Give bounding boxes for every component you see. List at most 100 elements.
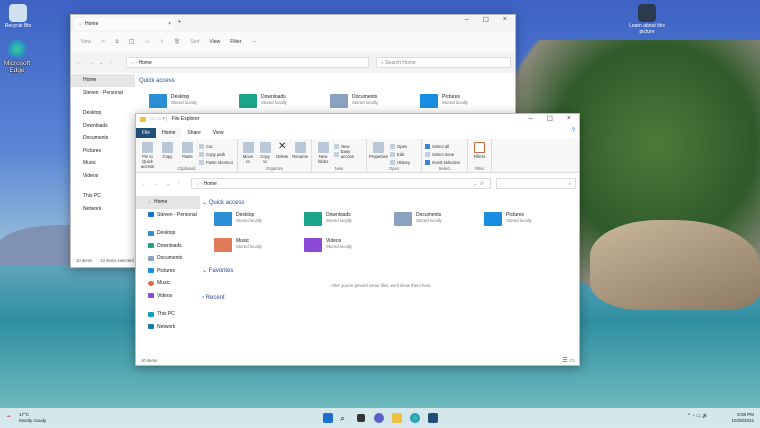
nav-downloads[interactable]: Downloads — [71, 120, 135, 133]
tile-desktop[interactable]: Desktop Stored locally — [214, 212, 262, 226]
forward-icon[interactable]: → — [154, 181, 159, 187]
recent-icon[interactable]: ⌄ — [166, 181, 170, 187]
tab-view[interactable]: View — [207, 128, 230, 138]
file-explorer-taskbar-icon[interactable] — [392, 413, 402, 423]
nav-music[interactable]: Music — [71, 157, 135, 170]
tile-documents[interactable]: Documents Stored locally — [330, 94, 378, 108]
nav-downloads[interactable]: Downloads — [136, 240, 200, 253]
nav-label: Home — [154, 199, 168, 206]
maximize-button[interactable]: ☐ — [483, 16, 489, 24]
nav-documents[interactable]: Documents — [136, 252, 200, 265]
select-none-button[interactable]: Select none — [425, 150, 460, 158]
paste-shortcut-button[interactable]: Paste shortcut — [199, 158, 233, 166]
nav-home[interactable]: Home — [71, 74, 135, 87]
search-input[interactable]: ⌕ — [496, 178, 576, 189]
invert-selection-button[interactable]: Invert selection — [425, 158, 460, 166]
tab-share[interactable]: Share — [181, 128, 206, 138]
address-bar[interactable]: ⌂ › Home ⌄ ⟳ — [191, 178, 491, 189]
system-tray-icons[interactable]: ^ ◔ ▭ 🔊 — [688, 413, 708, 419]
nav-this-pc[interactable]: This PC — [136, 308, 200, 321]
nav-pictures[interactable]: Pictures — [136, 265, 200, 278]
minimize-button[interactable]: – — [529, 115, 533, 123]
learn-picture-icon[interactable]: Learn about this picture — [627, 4, 667, 35]
nav-onedrive[interactable]: Steven - Personal — [71, 87, 135, 100]
chat-icon[interactable] — [374, 413, 384, 423]
tile-videos[interactable]: Videos Stored locally — [304, 238, 352, 252]
tile-downloads[interactable]: Downloads Stored locally — [304, 212, 352, 226]
nav-videos[interactable]: Videos — [136, 290, 200, 303]
new-tab-icon[interactable]: + — [178, 19, 181, 25]
sort-button[interactable]: Sort — [190, 39, 199, 45]
help-icon[interactable]: ? — [572, 128, 575, 134]
quick-access-header[interactable]: ⌄ Quick access — [202, 199, 244, 206]
edge-desktop-icon[interactable]: Microsoft Edge — [2, 40, 32, 75]
weather-desc[interactable]: Mostly cloudy — [19, 418, 46, 424]
refresh-icon[interactable]: ⌄ ⟳ — [473, 181, 484, 187]
tab-file[interactable]: File — [136, 128, 157, 138]
nav-desktop[interactable]: Desktop — [71, 107, 135, 120]
tile-desktop[interactable]: Desktop Stored locally — [149, 94, 197, 108]
up-icon[interactable]: ↑ — [109, 60, 112, 66]
close-tab-icon[interactable]: × — [168, 21, 171, 27]
tab-title: Home — [85, 21, 99, 27]
nav-music[interactable]: Music — [136, 277, 200, 290]
tab-home[interactable]: Home — [156, 128, 182, 138]
tile-pictures[interactable]: Pictures Stored locally — [484, 212, 532, 226]
tile-music[interactable]: Music Stored locally — [214, 238, 262, 252]
search-icon[interactable]: ⌕ — [340, 413, 350, 423]
easy-access-button[interactable]: Easy access — [334, 149, 363, 159]
nav-desktop[interactable]: Desktop — [136, 227, 200, 240]
new-button[interactable]: New — [81, 39, 91, 45]
start-icon[interactable] — [323, 413, 333, 423]
select-all-button[interactable]: Select all — [425, 142, 460, 150]
nav-this-pc[interactable]: This PC — [71, 190, 135, 203]
store-icon[interactable] — [428, 413, 438, 423]
history-button[interactable]: History — [390, 158, 410, 166]
tile-pictures[interactable]: Pictures Stored locally — [420, 94, 468, 108]
tab-home[interactable]: ⌂ Home × — [75, 18, 175, 30]
edge-taskbar-icon[interactable] — [410, 413, 420, 423]
back-icon[interactable]: ← — [142, 181, 147, 187]
tile-downloads[interactable]: Downloads Stored locally — [239, 94, 287, 108]
nav-videos[interactable]: Videos — [71, 170, 135, 183]
nav-network[interactable]: Network — [71, 203, 135, 216]
quick-access-toolbar[interactable]: ▭ ▭ ▾ | — [150, 116, 167, 122]
forward-icon[interactable]: → — [88, 60, 93, 66]
nav-label: Network — [83, 205, 102, 212]
maximize-button[interactable]: ☐ — [547, 115, 553, 123]
open-button[interactable]: Open — [390, 142, 410, 150]
favorites-empty-text: After you've pinned some files, we'll sh… — [331, 283, 432, 288]
recent-header[interactable]: › Recent — [202, 295, 225, 301]
more-button[interactable]: ··· — [251, 39, 256, 45]
nav-pictures[interactable]: Pictures — [71, 145, 135, 158]
date: 10/28/2022 — [731, 417, 754, 423]
edit-button[interactable]: Edit — [390, 150, 410, 158]
nav-onedrive[interactable]: Steven - Personal — [136, 209, 200, 222]
filter-button[interactable]: Filter — [230, 39, 241, 45]
pc-icon — [148, 311, 154, 317]
cut-button[interactable]: Cut — [199, 142, 233, 150]
minimize-button[interactable]: – — [465, 16, 469, 24]
quick-access-header[interactable]: Quick access — [139, 78, 175, 84]
recycle-bin-icon[interactable]: Recycle Bin — [0, 4, 38, 30]
copy-path-button[interactable]: Copy path — [199, 150, 233, 158]
view-toggle-icons[interactable]: ☰ ▭ — [562, 357, 575, 364]
video-icon — [148, 293, 154, 299]
clock[interactable]: 8:08 PM 10/28/2022 — [731, 412, 754, 424]
search-input[interactable]: ⌕ Search Home — [376, 57, 511, 68]
label: History — [397, 159, 411, 165]
back-icon[interactable]: ← — [77, 60, 82, 66]
front-explorer-window[interactable]: ▭ ▭ ▾ | File Explorer – ☐ × File Home Share… — [135, 113, 580, 366]
close-button[interactable]: × — [567, 115, 571, 123]
tile-documents[interactable]: Documents Stored locally — [394, 212, 442, 226]
view-button[interactable]: View — [210, 39, 221, 45]
recent-icon[interactable]: ⌄ — [99, 60, 103, 66]
favorites-header[interactable]: ⌄ Favorites — [202, 267, 233, 274]
nav-network[interactable]: Network — [136, 321, 200, 334]
up-icon[interactable]: ↑ — [177, 181, 180, 187]
task-view-icon[interactable] — [357, 414, 365, 422]
address-bar[interactable]: ⌂ › Home — [126, 57, 369, 68]
nav-home[interactable]: ⌂ Home — [136, 196, 200, 209]
close-button[interactable]: × — [503, 16, 507, 24]
nav-documents[interactable]: Documents — [71, 132, 135, 145]
